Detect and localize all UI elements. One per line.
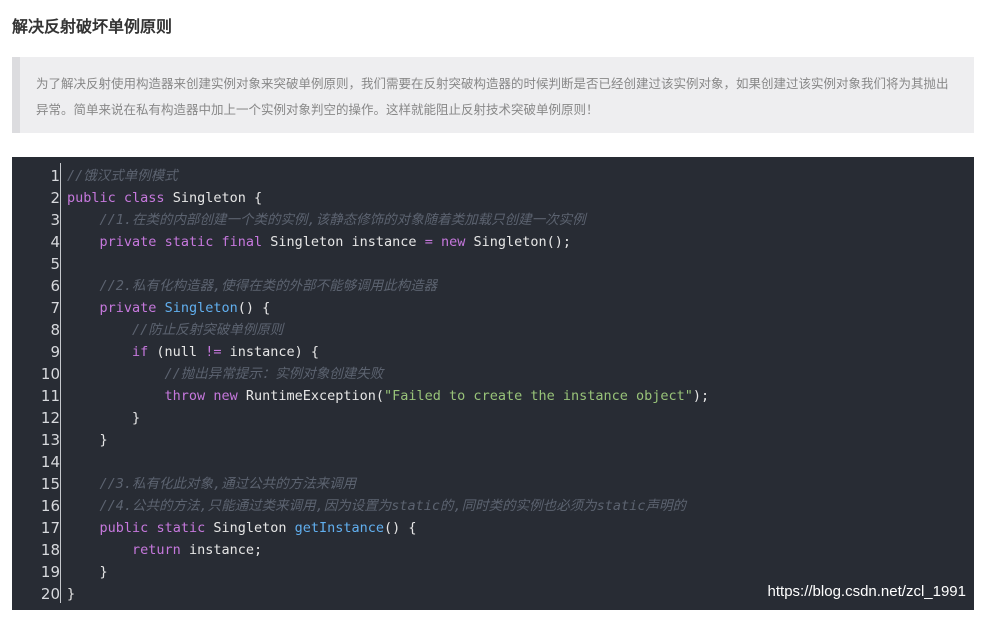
code-comment: //饿汉式单例模式 (67, 168, 178, 184)
code-line: } (67, 561, 974, 583)
line-number: 15 (40, 475, 60, 493)
line-number: 12 (40, 409, 60, 427)
code-line: return instance; (67, 539, 974, 561)
line-number: 2 (50, 189, 60, 207)
code-keyword: final (221, 234, 263, 250)
code-line: //2.私有化构造器,使得在类的外部不能够调用此构造器 (67, 275, 974, 297)
gutter-divider (60, 163, 61, 603)
code-comment: //抛出异常提示：实例对象创建失败 (164, 366, 384, 382)
line-number: 11 (40, 387, 60, 405)
code-keyword: private (99, 234, 157, 250)
code-text: } (132, 410, 141, 426)
code-line: if (null != instance) { (67, 341, 974, 363)
code-comment: //3.私有化此对象,通过公共的方法来调用 (99, 476, 357, 492)
code-keyword: new (440, 234, 466, 250)
code-text: RuntimeException( (237, 388, 385, 404)
line-number: 16 (40, 497, 60, 515)
line-number: 3 (50, 211, 60, 229)
code-line: //抛出异常提示：实例对象创建失败 (67, 363, 974, 385)
line-number: 20 (40, 585, 60, 603)
code-line: //1.在类的内部创建一个类的实例,该静态修饰的对象随着类加载只创建一次实例 (67, 209, 974, 231)
code-line: } (67, 407, 974, 429)
code-lines: //饿汉式单例模式 public class Singleton { //1.在类… (67, 165, 974, 605)
code-text: (null (148, 344, 206, 360)
code-text: Singleton (205, 520, 295, 536)
code-string: "Failed to create the instance object" (384, 388, 693, 404)
line-number: 4 (50, 233, 60, 251)
note-blockquote: 为了解决反射使用构造器来创建实例对象来突破单例原则，我们需要在反射突破构造器的时… (12, 57, 974, 133)
code-text: } (99, 432, 108, 448)
code-keyword: public (99, 520, 149, 536)
code-line: } (67, 429, 974, 451)
code-comment: //4.公共的方法,只能通过类来调用,因为设置为static的,同时类的实例也必… (99, 498, 686, 514)
code-line: public static Singleton getInstance() { (67, 517, 974, 539)
line-number: 6 (50, 277, 60, 295)
code-keyword: class (123, 190, 165, 206)
line-number: 1 (50, 167, 60, 185)
code-text: instance; (180, 542, 263, 558)
code-function: getInstance (294, 520, 385, 536)
code-text: Singleton { (164, 190, 263, 206)
code-keyword: public (67, 190, 116, 206)
code-keyword: static (156, 520, 206, 536)
line-number: 14 (40, 453, 60, 471)
line-number: 7 (50, 299, 60, 317)
code-line: private Singleton() { (67, 297, 974, 319)
code-text: Singleton(); (465, 234, 572, 250)
code-keyword: = (424, 234, 433, 250)
code-line: public class Singleton { (67, 187, 974, 209)
code-keyword: throw (164, 388, 206, 404)
code-text: instance) { (221, 344, 320, 360)
code-text: Singleton instance (262, 234, 425, 250)
watermark: https://blog.csdn.net/zcl_1991 (767, 583, 966, 600)
line-number: 8 (50, 321, 60, 339)
code-text: () { (237, 300, 271, 316)
code-comment: //2.私有化构造器,使得在类的外部不能够调用此构造器 (99, 278, 438, 294)
code-text: ); (692, 388, 710, 404)
code-line: //防止反射突破单例原则 (67, 319, 974, 341)
code-keyword: static (164, 234, 214, 250)
code-line: private static final Singleton instance … (67, 231, 974, 253)
code-keyword: new (213, 388, 238, 404)
code-line: //3.私有化此对象,通过公共的方法来调用 (67, 473, 974, 495)
line-number: 17 (40, 519, 60, 537)
code-line: throw new RuntimeException("Failed to cr… (67, 385, 974, 407)
article-title: 解决反射破坏单例原则 (12, 17, 173, 36)
line-number: 9 (50, 343, 60, 361)
code-function: Singleton (164, 300, 238, 316)
code-comment: //防止反射突破单例原则 (132, 322, 284, 338)
line-number: 18 (40, 541, 60, 559)
code-line: //4.公共的方法,只能通过类来调用,因为设置为static的,同时类的实例也必… (67, 495, 974, 517)
code-text: } (67, 586, 76, 602)
code-comment: //1.在类的内部创建一个类的实例,该静态修饰的对象随着类加载只创建一次实例 (99, 212, 586, 228)
code-keyword: return (132, 542, 181, 558)
line-number-gutter: 1 2 3 4 5 6 7 8 9 10 11 12 13 14 15 16 17 18 19 20 (12, 165, 60, 605)
code-keyword: if (132, 344, 149, 360)
line-number: 19 (40, 563, 60, 581)
code-text: () { (384, 520, 417, 536)
code-keyword: private (99, 300, 157, 316)
code-keyword: != (205, 344, 222, 360)
code-line: //饿汉式单例模式 (67, 165, 974, 187)
line-number: 5 (50, 255, 60, 273)
code-block[interactable]: 1 2 3 4 5 6 7 8 9 10 11 12 13 14 15 16 17 18 19 20 //饿汉式单例模… (12, 157, 974, 610)
code-text: } (99, 564, 108, 580)
line-number: 10 (40, 365, 60, 383)
line-number: 13 (40, 431, 60, 449)
